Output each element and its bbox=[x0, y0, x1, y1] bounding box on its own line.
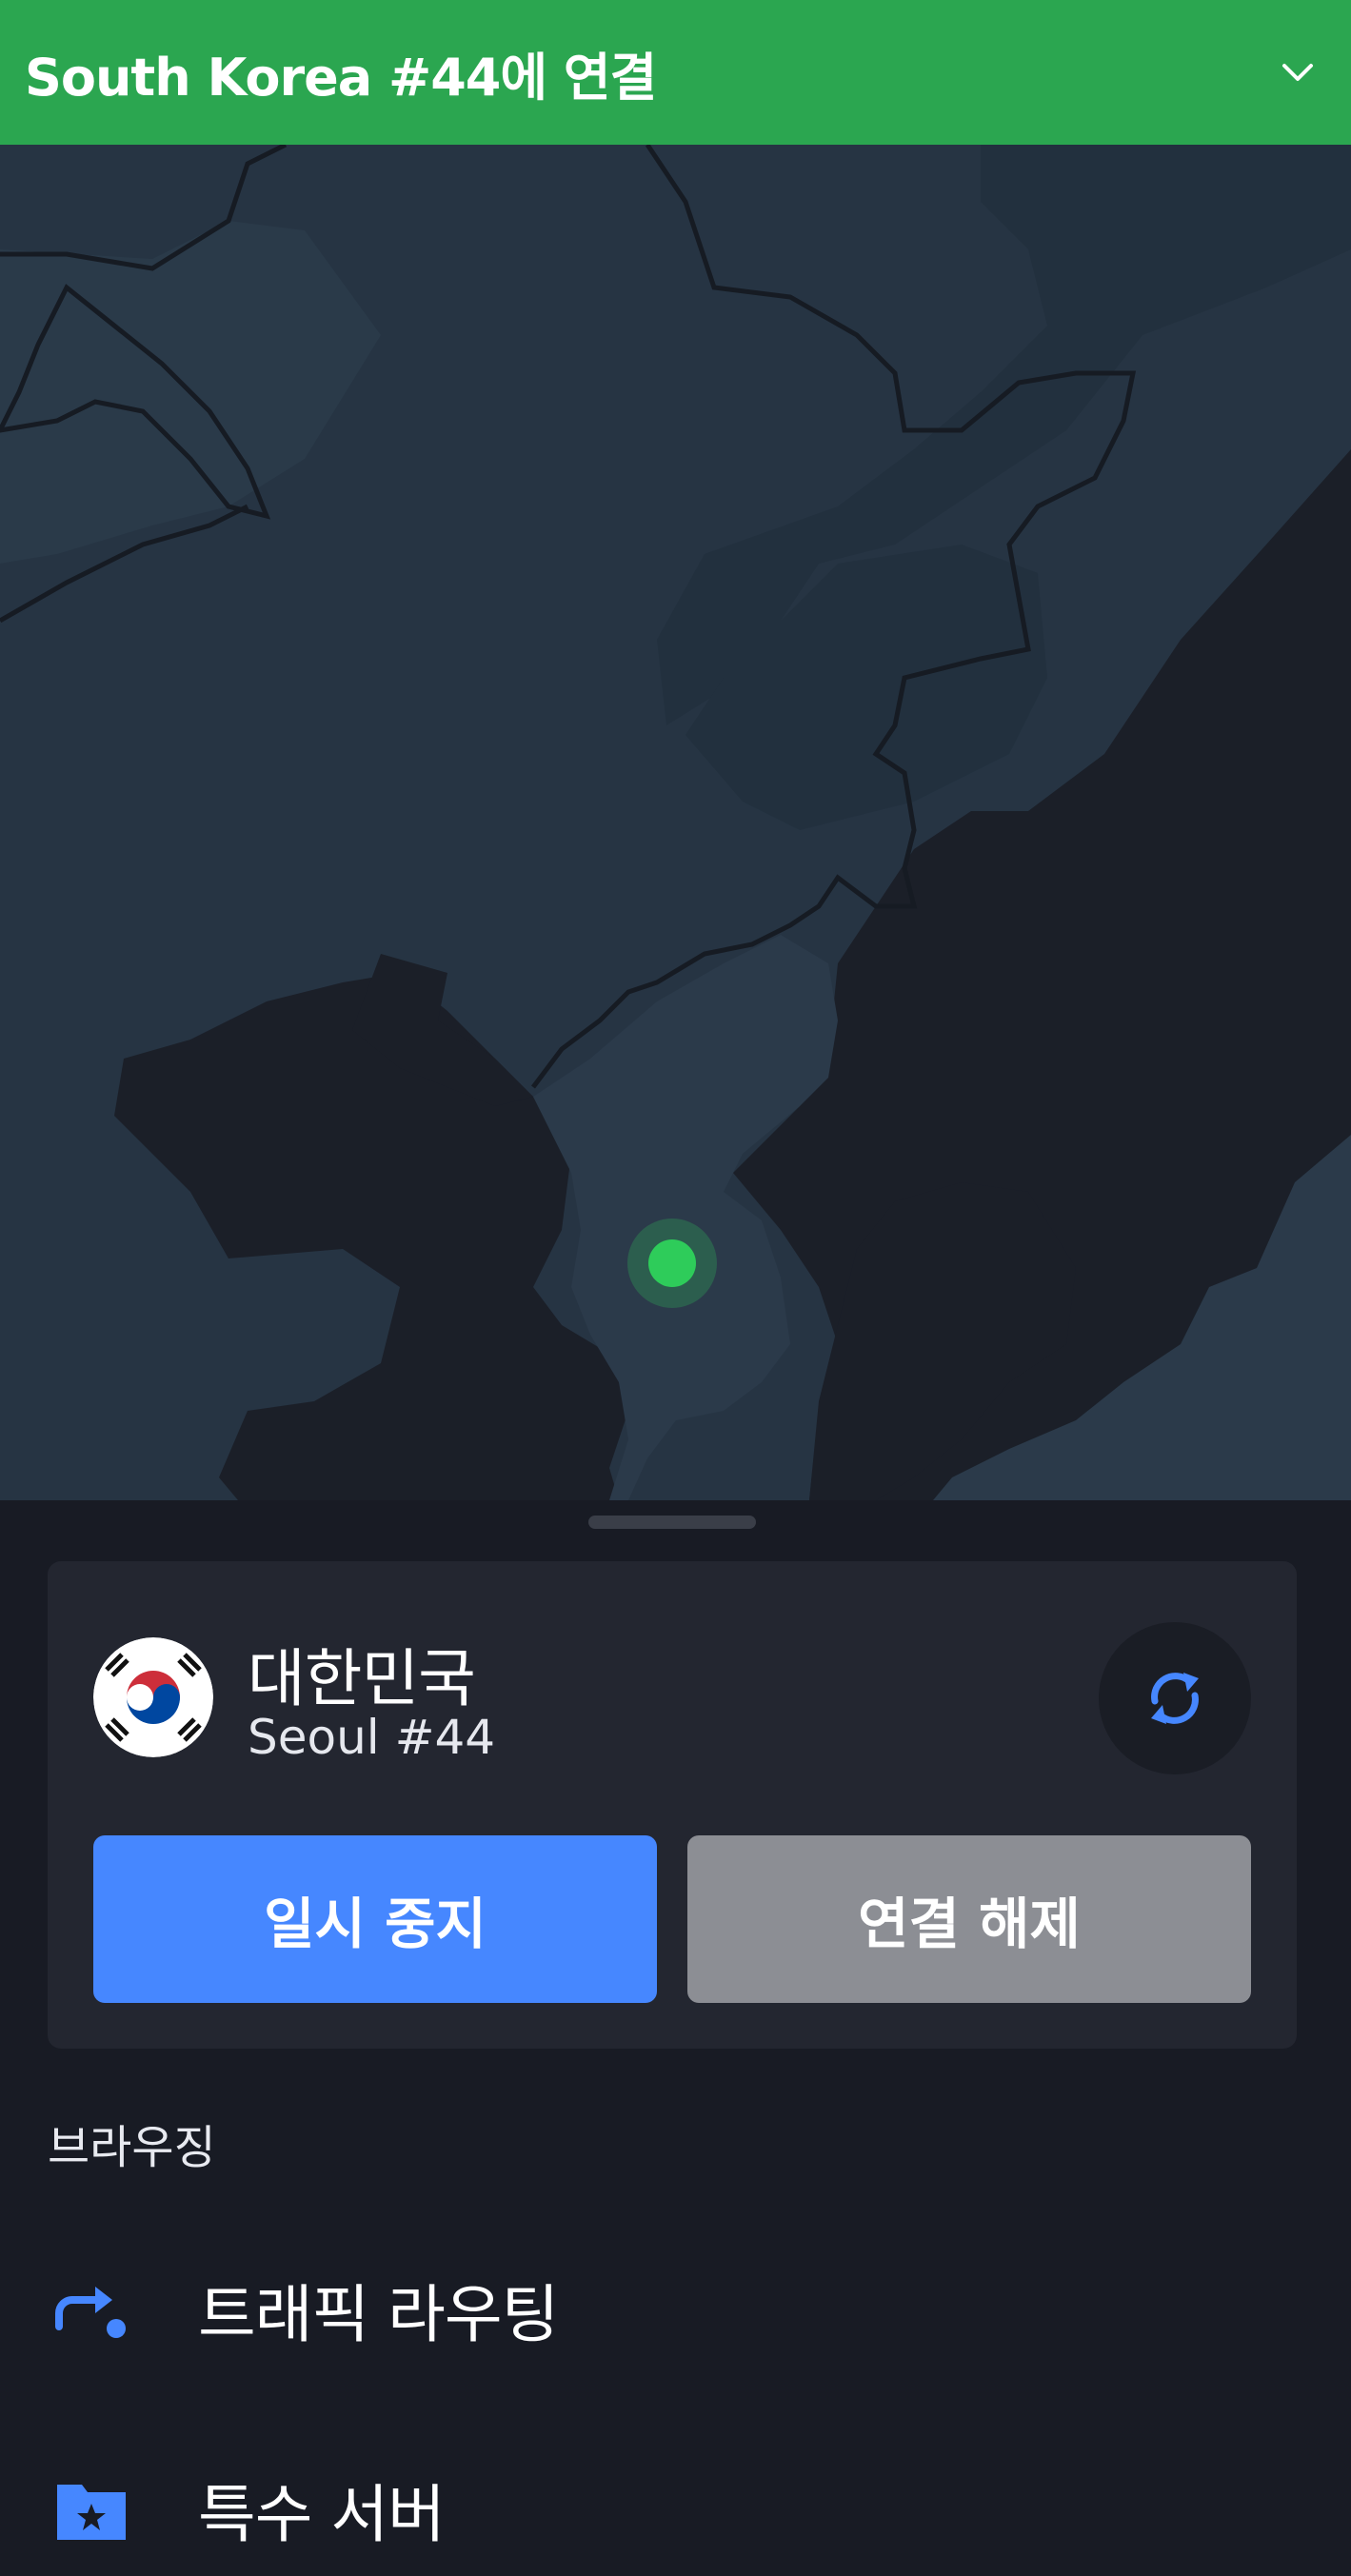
menu-item-traffic-routing[interactable]: 트래픽 라우팅 bbox=[0, 2243, 1351, 2376]
menu-item-label: 트래픽 라우팅 bbox=[198, 2278, 559, 2351]
refresh-icon bbox=[1151, 1673, 1199, 1724]
map-view[interactable] bbox=[0, 145, 1351, 1500]
server-name: Seoul #44 bbox=[248, 1710, 496, 1765]
sea-yellow bbox=[114, 973, 628, 1500]
chevron-down-icon[interactable] bbox=[1279, 53, 1317, 91]
star-folder-icon bbox=[57, 2485, 126, 2540]
country-name: 대한민국 bbox=[248, 1642, 476, 1715]
bottom-sheet: 대한민국 Seoul #44 일시 중지 연결 해제 브라우징 트래픽 라우팅 … bbox=[0, 1500, 1351, 2551]
browsing-section-label: 브라우징 bbox=[48, 2121, 216, 2174]
connection-card: 대한민국 Seoul #44 일시 중지 연결 해제 bbox=[48, 1561, 1297, 2049]
sheet-drag-handle[interactable] bbox=[588, 1516, 756, 1529]
route-arrow-icon bbox=[55, 2287, 126, 2338]
header-title: South Korea #44에 연결 bbox=[25, 47, 657, 108]
map-graphic bbox=[0, 145, 1351, 1500]
menu-item-special-servers[interactable]: 특수 서버 bbox=[0, 2443, 1351, 2576]
reconnect-button[interactable] bbox=[1099, 1622, 1251, 1774]
connection-header[interactable]: South Korea #44에 연결 bbox=[0, 0, 1351, 145]
south-korea-flag-icon bbox=[93, 1637, 213, 1757]
server-marker-dot bbox=[648, 1239, 696, 1287]
menu-item-label: 특수 서버 bbox=[198, 2478, 446, 2551]
disconnect-button[interactable]: 연결 해제 bbox=[687, 1835, 1251, 2003]
pause-button[interactable]: 일시 중지 bbox=[93, 1835, 657, 2003]
